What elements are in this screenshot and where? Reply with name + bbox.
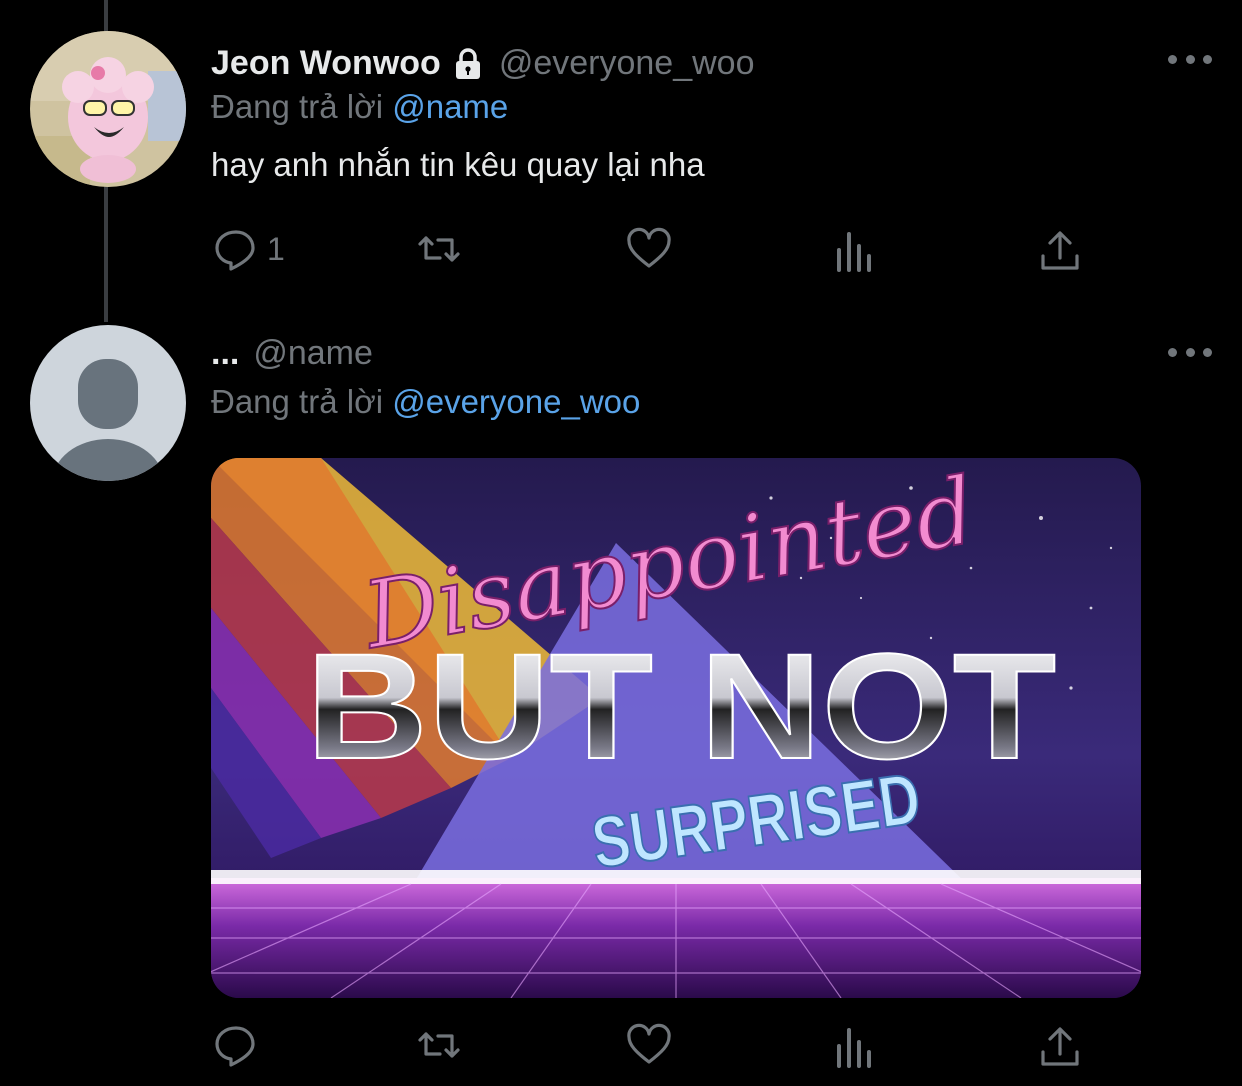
more-icon[interactable]: [1168, 49, 1212, 69]
action-bar: 1: [211, 226, 1091, 276]
like-icon: [627, 227, 671, 268]
reply-button[interactable]: [213, 1022, 259, 1068]
handle[interactable]: @everyone_woo: [499, 44, 755, 83]
more-icon[interactable]: [1168, 342, 1212, 362]
reply-mention[interactable]: @name: [392, 88, 508, 125]
retweet-icon: [418, 236, 460, 262]
retweet-icon: [418, 1032, 460, 1058]
reply-count: 1: [267, 230, 285, 267]
avatar-default[interactable]: [30, 325, 186, 481]
tweet-2-header: ... @name: [211, 334, 373, 373]
handle[interactable]: @name: [253, 334, 373, 373]
avatar-jeon-wonwoo[interactable]: [30, 31, 186, 187]
tweet-1[interactable]: Jeon Wonwoo @everyone_woo Đang trả lời @…: [0, 0, 1242, 322]
share-icon: [1041, 231, 1079, 270]
tweet-media-image[interactable]: Disappointed BUT NOT SURPRISED: [211, 458, 1141, 998]
replying-to: Đang trả lời @everyone_woo: [211, 383, 640, 421]
lock-icon: [451, 47, 485, 81]
share-icon: [1041, 1027, 1079, 1066]
tweet-text: hay anh nhắn tin kêu quay lại nha: [211, 146, 705, 183]
reply-icon: [215, 1026, 255, 1067]
display-name[interactable]: ...: [211, 334, 239, 373]
share-button[interactable]: [1037, 228, 1083, 274]
like-button[interactable]: [626, 1022, 672, 1068]
reply-button[interactable]: 1: [213, 226, 285, 272]
views-button[interactable]: [833, 228, 879, 274]
retweet-button[interactable]: [416, 226, 462, 272]
action-bar-2: [211, 1022, 1091, 1072]
reply-icon: [215, 230, 255, 271]
like-button[interactable]: [626, 226, 672, 272]
reply-prefix: Đang trả lời: [211, 383, 384, 420]
share-button[interactable]: [1037, 1024, 1083, 1070]
tweet-1-header: Jeon Wonwoo @everyone_woo: [211, 44, 754, 83]
reply-prefix: Đang trả lời: [211, 88, 384, 125]
views-icon: [837, 232, 871, 272]
like-icon: [627, 1023, 671, 1064]
retweet-button[interactable]: [416, 1022, 462, 1068]
media-text-but-not: BUT NOT: [306, 622, 1056, 790]
views-icon: [837, 1028, 871, 1068]
views-button[interactable]: [833, 1024, 879, 1070]
display-name[interactable]: Jeon Wonwoo: [211, 44, 441, 83]
reply-mention[interactable]: @everyone_woo: [392, 383, 640, 420]
replying-to: Đang trả lời @name: [211, 88, 508, 126]
